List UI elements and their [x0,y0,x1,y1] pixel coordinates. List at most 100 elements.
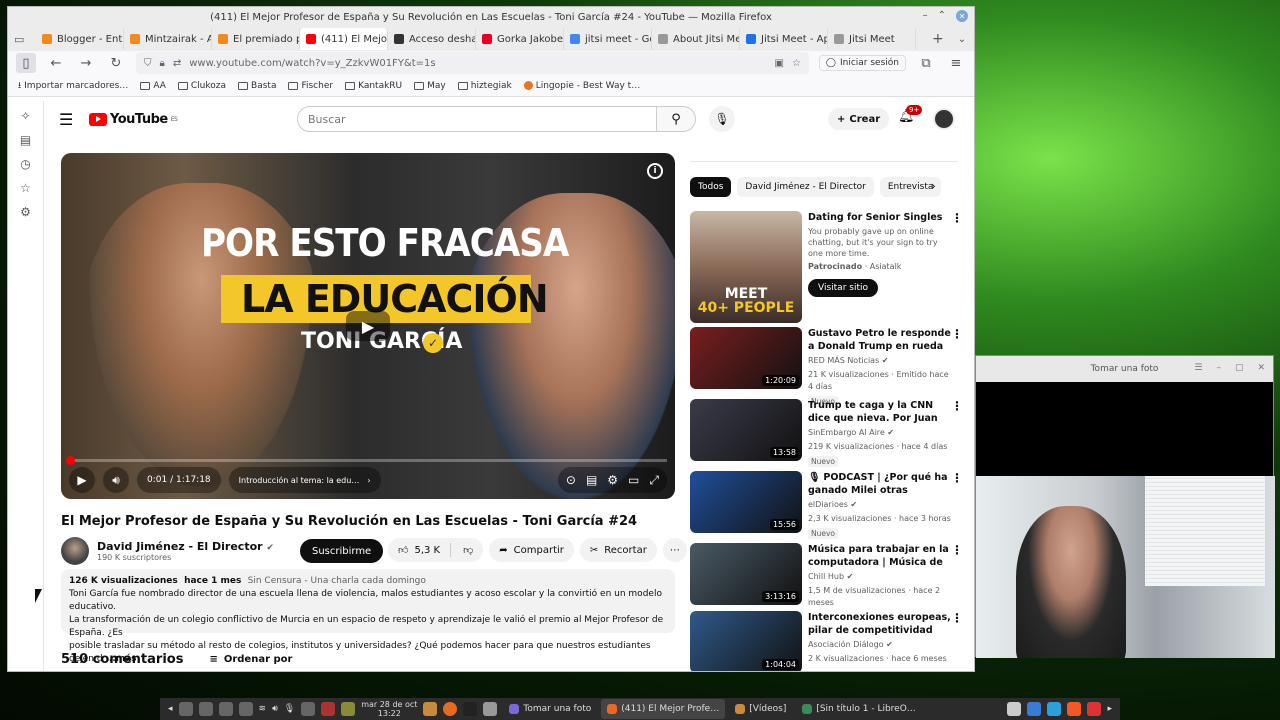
app-menu-icon[interactable] [178,702,193,716]
terminal-launcher-icon[interactable] [463,702,478,716]
taskbar-task[interactable]: (411) El Mejor Profe… [601,699,726,719]
search-input[interactable]: Buscar [297,106,657,132]
video-thumbnail[interactable]: 15:56 [690,471,802,533]
browser-tab[interactable]: Jitsi Meet [828,28,916,50]
screen-recorder-icon[interactable] [321,702,336,716]
channel-name[interactable]: Chill Hub [808,572,844,581]
channel-name[interactable]: David Jiménez - El Director [97,540,263,553]
sort-comments-button[interactable]: ≡ Ordenar por [209,654,292,665]
app-tray-icon[interactable] [1087,702,1102,716]
telegram-tray-icon[interactable] [1047,702,1062,716]
lock-icon[interactable]: 🔒︎ [160,58,165,69]
user-avatar[interactable] [933,108,955,130]
shield-tray-icon[interactable] [238,702,253,716]
settings-gear-icon[interactable]: ⚙ [607,473,618,487]
recommended-video[interactable]: 1:20:09 Gustavo Petro le responde a Donal… [690,327,965,407]
wifi-icon[interactable]: ≋ [259,704,267,714]
center-play-icon[interactable]: ▶ [346,311,390,341]
files-launcher-icon[interactable] [423,702,438,716]
video-menu-icon[interactable]: ⋮ [951,611,963,625]
video-title[interactable]: Trump te caga y la CNN dice que nieva. P… [808,399,951,425]
bookmark-item[interactable]: Clukoza [177,81,226,91]
filter-chip[interactable]: Todos [690,177,732,197]
signin-button[interactable]: ◯ Iniciar sesión [818,55,906,71]
tab-overview-icon[interactable]: ▭ [14,33,36,46]
window-titlebar[interactable]: (411) El Mejor Profesor de España y Su R… [8,7,974,27]
shield-icon[interactable]: ⛉ [144,58,152,69]
video-menu-icon[interactable]: ⋮ [951,399,963,413]
browser-tab[interactable]: Jitsi Meet - Ap [740,28,828,50]
video-thumbnail[interactable]: 1:04:04 [690,611,802,671]
channel-name[interactable]: elDiarioes [808,500,848,509]
camera-close-button[interactable]: ✕ [1257,363,1265,373]
video-thumbnail[interactable]: 13:58 [690,399,802,461]
notes-tray-icon[interactable] [1027,702,1042,716]
video-menu-icon[interactable]: ⋮ [951,543,963,557]
progress-bar[interactable] [66,456,667,465]
chips-next-arrow-icon[interactable]: › [931,179,936,193]
firefox-launcher-icon[interactable] [443,702,458,716]
taskbar-task[interactable]: [Sin título 1 - LibreO… [796,699,921,719]
video-menu-icon[interactable]: ⋮ [951,327,963,341]
video-title[interactable]: Gustavo Petro le responde a Donald Trump… [808,327,951,353]
sidebar-toggle-button[interactable]: ▯ [16,53,36,73]
ad-card[interactable]: MEET 40+ PEOPLE Dating for Senior Single… [690,211,965,323]
recommended-video[interactable]: 1:04:04 Interconexiones europeas, pilar d… [690,611,965,671]
autoplay-toggle[interactable]: ⊙ [566,473,576,487]
channel-name[interactable]: RED MÁS Noticias [808,356,879,365]
minimize-button[interactable]: – [923,10,928,22]
progress-scrubber[interactable] [66,456,75,465]
forward-button[interactable]: → [76,53,96,73]
browser-tab[interactable]: Gorka Jakobe [476,28,564,50]
video-title[interactable]: 🎙 PODCAST | ¿Por qué ha ganado Milei otr… [808,471,951,497]
maximize-button[interactable]: ⌃ [938,10,946,22]
taskbar-left-arrow-icon[interactable]: ◂ [168,704,173,714]
folder-launcher-icon[interactable] [483,702,498,716]
play-button[interactable]: ▶ [69,467,95,493]
browser-tab[interactable]: Blogger - Entra [36,28,124,50]
browser-tab[interactable]: (411) El Mejo✕ [300,28,388,50]
search-button[interactable]: ⚲ [656,106,696,132]
channel-avatar[interactable] [61,537,89,565]
browser-tab[interactable]: jitsi meet - Goo [564,28,652,50]
subscribe-button[interactable]: Suscribirme [299,539,384,563]
ai-chat-icon[interactable]: ✧ [20,109,30,123]
bookmark-item[interactable]: Lingopie - Best Way t… [523,81,640,91]
bookmark-item[interactable]: KantakRU [345,81,402,91]
bookmarks-icon[interactable]: ☆ [20,181,31,195]
chapter-button[interactable]: Introducción al tema: la edu… › [228,467,381,493]
close-window-button[interactable]: ✕ [956,10,968,22]
video-player[interactable]: POR ESTO FRACASA LA EDUCACIÓN TONI GARCÍ… [61,153,675,499]
thumbs-down-icon[interactable]: 👎︎ [463,544,473,556]
video-title[interactable]: Interconexiones europeas, pilar de compe… [808,611,951,637]
volume-icon[interactable]: 🔊︎ [103,467,129,493]
reader-view-icon[interactable]: ▣ [774,58,783,69]
url-text[interactable]: www.youtube.com/watch?v=y_ZzkvW01FY&t=1s [189,58,435,69]
taskbar-task[interactable]: [Vídeos] [729,699,792,719]
like-button[interactable]: 👍︎ 5,3 K 👎︎ [388,538,484,562]
bookmark-item[interactable]: May [414,81,446,91]
extensions-icon[interactable]: ⧉ [916,53,936,73]
bookmark-item[interactable]: AA [140,81,166,91]
miniplayer-icon[interactable]: ▭ [628,473,639,487]
browser-tab[interactable]: About Jitsi Me [652,28,740,50]
camera-maximize-button[interactable]: ▢ [1235,363,1244,373]
channel-name[interactable]: Asociación Diálogo [808,640,884,649]
video-thumbnail[interactable]: 3:13:16 [690,543,802,605]
customize-icon[interactable]: ⚙ [20,205,31,219]
filter-chip[interactable]: David Jiménez - El Director [737,177,874,197]
ad-menu-icon[interactable]: ⋮ [951,211,963,225]
camera-minimize-button[interactable]: – [1216,363,1221,373]
ad-thumbnail[interactable]: MEET 40+ PEOPLE [690,211,802,323]
bookmark-item[interactable]: ⭳ Importar marcadores… [18,78,128,94]
bookmark-item[interactable]: hiztegiak [457,81,512,91]
new-tab-button[interactable]: + [932,31,944,47]
recommended-video[interactable]: 3:13:16 Música para trabajar en la comput… [690,543,965,609]
tray-icon-1[interactable] [198,702,213,716]
description-box[interactable]: 126 K visualizaciones hace 1 mes Sin Cen… [61,569,675,664]
browser-tab[interactable]: Acceso deshab [388,28,476,50]
more-actions-button[interactable]: ⋯ [662,538,687,562]
taskbar-right-arrow-icon[interactable]: ▸ [1107,704,1112,714]
recommended-video[interactable]: 15:56 🎙 PODCAST | ¿Por qué ha ganado Mile… [690,471,965,539]
share-button[interactable]: ➦ Compartir [489,538,574,562]
